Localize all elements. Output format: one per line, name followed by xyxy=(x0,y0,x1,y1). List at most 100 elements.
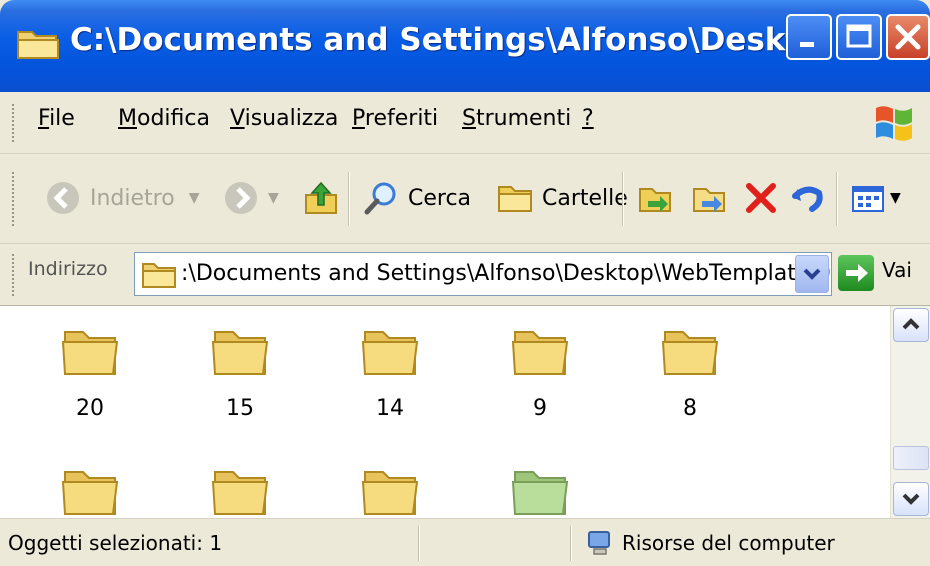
scroll-thumb[interactable] xyxy=(893,446,929,470)
back-dropdown-icon[interactable]: ▼ xyxy=(189,190,200,206)
folder-icon xyxy=(17,31,59,59)
address-field[interactable]: :\Documents and Settings\Alfonso\Desktop… xyxy=(134,252,832,296)
move-to-button[interactable] xyxy=(636,174,682,222)
menu-strumenti-mnemonic: S xyxy=(462,106,476,131)
folder-icon xyxy=(361,331,419,375)
status-bar: Oggetti selezionati: 1 Risorse del compu… xyxy=(0,518,930,566)
folder-label: 8 xyxy=(683,396,697,421)
status-divider xyxy=(418,525,420,561)
address-label: Indirizzo xyxy=(28,258,108,280)
back-arrow-icon xyxy=(47,182,79,214)
back-button[interactable]: Indietro ▼ xyxy=(44,174,199,222)
folder-icon xyxy=(661,331,719,375)
address-value: :\Documents and Settings\Alfonso\Desktop… xyxy=(181,261,832,286)
forward-button[interactable]: ▼ xyxy=(222,174,279,222)
views-icon xyxy=(852,186,884,212)
title-bar[interactable]: C:\Documents and Settings\Alfonso\Deskto… xyxy=(0,0,930,92)
address-grip xyxy=(12,254,16,296)
views-button[interactable]: ▼ xyxy=(850,174,901,222)
maximize-icon xyxy=(846,24,872,48)
folders-icon xyxy=(498,186,532,212)
close-button[interactable] xyxy=(886,14,930,60)
status-selection: Oggetti selezionati: 1 xyxy=(8,531,223,555)
maximize-button[interactable] xyxy=(836,14,882,60)
folder-item[interactable]: 15 xyxy=(198,316,282,436)
menu-file[interactable]: File xyxy=(38,106,75,131)
folder-icon xyxy=(511,471,569,515)
folder-icon xyxy=(511,331,569,375)
folder-item[interactable]: 1 xyxy=(498,456,582,518)
folder-label: 20 xyxy=(76,396,104,421)
folders-button[interactable]: Cartelle xyxy=(496,174,628,222)
undo-button[interactable] xyxy=(788,174,834,222)
status-location: Risorse del computer xyxy=(586,529,835,557)
undo-icon xyxy=(792,186,823,212)
file-view[interactable]: 20 15 14 9 8 6 4 3 1 xyxy=(0,306,930,518)
folder-icon xyxy=(211,471,269,515)
toolbar-grip xyxy=(12,172,16,226)
windows-logo-icon xyxy=(876,106,912,141)
folder-label: 9 xyxy=(533,396,547,421)
go-label[interactable]: Vai xyxy=(882,258,912,282)
menu-file-mnemonic: F xyxy=(38,106,50,131)
status-divider xyxy=(570,525,572,561)
views-dropdown-icon[interactable]: ▼ xyxy=(890,190,901,206)
search-button[interactable]: Cerca xyxy=(362,174,471,222)
menu-grip xyxy=(12,104,16,142)
status-location-label: Risorse del computer xyxy=(622,531,835,555)
menu-preferiti-rest: referiti xyxy=(364,106,439,131)
minimize-button[interactable] xyxy=(786,14,832,60)
close-icon xyxy=(895,24,921,50)
menu-help[interactable]: ? xyxy=(582,106,594,131)
folder-item[interactable]: 20 xyxy=(48,316,132,436)
menu-strumenti-rest: trumenti xyxy=(475,106,572,131)
folder-icon xyxy=(61,471,119,515)
folder-item[interactable]: 9 xyxy=(498,316,582,436)
copy-to-icon xyxy=(693,188,725,212)
address-bar: Indirizzo :\Documents and Settings\Alfon… xyxy=(0,244,930,306)
delete-icon xyxy=(746,183,776,213)
menu-visualizza-mnemonic: V xyxy=(230,106,245,131)
delete-button[interactable] xyxy=(742,174,788,222)
search-label: Cerca xyxy=(408,185,472,211)
up-folder-icon xyxy=(305,181,337,214)
folder-item[interactable]: 3 xyxy=(348,456,432,518)
back-label: Indietro xyxy=(90,185,175,211)
address-dropdown-button[interactable] xyxy=(795,255,829,293)
move-to-icon xyxy=(639,188,671,212)
toolbar-separator xyxy=(348,172,350,226)
menu-modifica[interactable]: Modifica xyxy=(118,106,210,131)
scroll-up-button[interactable] xyxy=(893,308,929,342)
folder-item[interactable]: 8 xyxy=(648,316,732,436)
chevron-down-icon xyxy=(803,268,821,280)
explorer-window: C:\Documents and Settings\Alfonso\Deskto… xyxy=(0,0,930,566)
chevron-down-icon xyxy=(902,493,920,505)
menu-file-rest: ile xyxy=(49,106,75,131)
folder-item[interactable]: 14 xyxy=(348,316,432,436)
menu-visualizza[interactable]: Visualizza xyxy=(230,106,338,131)
folder-icon xyxy=(211,331,269,375)
folders-label: Cartelle xyxy=(542,185,628,211)
my-computer-icon xyxy=(588,531,610,555)
go-button[interactable] xyxy=(838,255,874,291)
scroll-down-button[interactable] xyxy=(893,482,929,516)
menu-visualizza-rest: isualizza xyxy=(244,106,339,131)
folder-item[interactable]: 6 xyxy=(48,456,132,518)
toolbar-separator xyxy=(622,172,624,226)
folder-icon xyxy=(61,331,119,375)
toolbar-separator xyxy=(836,172,838,226)
up-folder-button[interactable] xyxy=(302,174,348,222)
vertical-scrollbar[interactable] xyxy=(890,306,930,518)
folder-item[interactable]: 4 xyxy=(198,456,282,518)
search-icon xyxy=(364,182,396,215)
menu-modifica-rest: odifica xyxy=(136,106,210,131)
copy-to-button[interactable] xyxy=(690,174,736,222)
menu-preferiti-mnemonic: P xyxy=(352,106,365,131)
menu-modifica-mnemonic: M xyxy=(118,106,137,131)
menu-strumenti[interactable]: Strumenti xyxy=(462,106,571,131)
forward-dropdown-icon[interactable]: ▼ xyxy=(268,190,279,206)
folder-label: 15 xyxy=(226,396,254,421)
menu-bar: File Modifica Visualizza Preferiti Strum… xyxy=(0,92,930,154)
minimize-icon xyxy=(800,42,814,47)
menu-preferiti[interactable]: Preferiti xyxy=(352,106,438,131)
